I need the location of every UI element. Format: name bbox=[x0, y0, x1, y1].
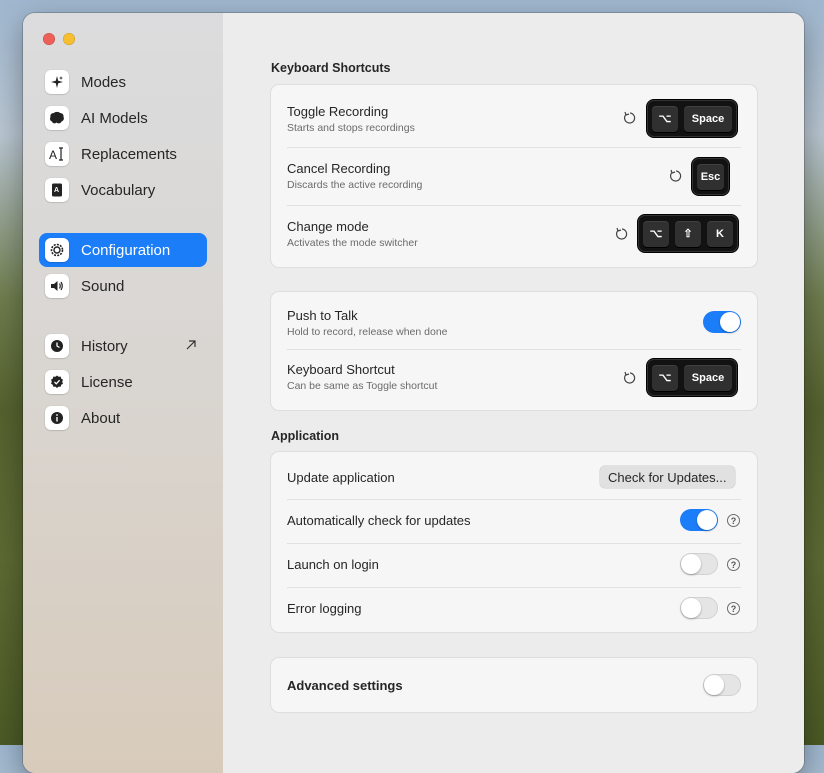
info-icon bbox=[45, 406, 69, 430]
auto-check-updates-toggle[interactable] bbox=[680, 509, 718, 531]
sidebar-item-label: Replacements bbox=[81, 145, 177, 163]
sidebar-item-license[interactable]: License bbox=[39, 365, 207, 399]
row-title: Keyboard Shortcut bbox=[287, 362, 395, 377]
row-title: Automatically check for updates bbox=[287, 513, 471, 528]
reset-shortcut-icon[interactable] bbox=[623, 371, 637, 385]
sidebar-item-configuration[interactable]: Configuration bbox=[39, 233, 207, 267]
help-icon[interactable]: ? bbox=[727, 602, 740, 615]
svg-text:A: A bbox=[54, 187, 59, 194]
check-for-updates-button[interactable]: Check for Updates... bbox=[600, 466, 735, 488]
application-card: Update application Check for Updates... … bbox=[271, 452, 757, 632]
error-logging-row: Error logging ? bbox=[287, 587, 741, 632]
change-mode-row: Change mode Activates the mode switcher … bbox=[287, 205, 741, 267]
push-to-talk-toggle[interactable] bbox=[703, 311, 741, 333]
sparkles-icon bbox=[45, 70, 69, 94]
advanced-settings-toggle[interactable] bbox=[703, 674, 741, 696]
text-cursor-icon: A bbox=[45, 142, 69, 166]
sidebar-item-sound[interactable]: Sound bbox=[39, 269, 207, 303]
row-subtitle: Can be same as Toggle shortcut bbox=[287, 380, 438, 392]
toggle-knob bbox=[697, 510, 717, 530]
row-title: Toggle Recording bbox=[287, 104, 389, 119]
sidebar-item-label: AI Models bbox=[81, 109, 148, 127]
row-title: Launch on login bbox=[287, 557, 379, 572]
sidebar-item-ai-models[interactable]: AI Models bbox=[39, 101, 207, 135]
push-to-talk-row: Push to Talk Hold to record, release whe… bbox=[287, 292, 741, 349]
help-icon[interactable]: ? bbox=[727, 558, 740, 571]
error-logging-toggle[interactable] bbox=[680, 597, 718, 619]
shift-key: ⇧ bbox=[675, 220, 701, 247]
external-link-icon bbox=[185, 338, 197, 356]
close-window-button[interactable] bbox=[43, 33, 55, 45]
push-to-talk-shortcut[interactable]: ⌥ Space bbox=[647, 359, 737, 396]
advanced-settings-card: Advanced settings bbox=[271, 658, 757, 712]
option-key: ⌥ bbox=[652, 105, 678, 132]
sidebar-item-label: License bbox=[81, 373, 133, 391]
reset-shortcut-icon[interactable] bbox=[669, 169, 683, 183]
sidebar-item-label: Modes bbox=[81, 73, 127, 91]
row-title: Update application bbox=[287, 470, 395, 485]
change-mode-shortcut[interactable]: ⌥ ⇧ K bbox=[638, 215, 738, 252]
settings-window: Modes AI Models A Replacements A Vocabul… bbox=[23, 13, 804, 773]
push-to-talk-card: Push to Talk Hold to record, release whe… bbox=[271, 292, 757, 410]
toggle-recording-shortcut[interactable]: ⌥ Space bbox=[647, 100, 737, 137]
auto-check-updates-row: Automatically check for updates ? bbox=[287, 499, 741, 543]
toggle-knob bbox=[681, 598, 701, 618]
row-title: Error logging bbox=[287, 601, 362, 616]
update-application-row: Update application Check for Updates... bbox=[287, 452, 741, 499]
sidebar-item-about[interactable]: About bbox=[39, 401, 207, 435]
sidebar-item-replacements[interactable]: A Replacements bbox=[39, 137, 207, 171]
reset-shortcut-icon[interactable] bbox=[623, 111, 637, 125]
brain-icon bbox=[45, 106, 69, 130]
keyboard-shortcuts-card: Toggle Recording Starts and stops record… bbox=[271, 85, 757, 267]
toggle-knob bbox=[704, 675, 724, 695]
row-title: Advanced settings bbox=[287, 678, 403, 693]
row-title: Push to Talk bbox=[287, 308, 358, 323]
settings-content: Keyboard Shortcuts Toggle Recording Star… bbox=[223, 13, 804, 773]
option-key: ⌥ bbox=[652, 364, 678, 391]
cancel-recording-shortcut[interactable]: Esc bbox=[692, 158, 729, 195]
sidebar-item-history[interactable]: History bbox=[39, 329, 207, 363]
sidebar-item-label: History bbox=[81, 337, 128, 355]
toggle-knob bbox=[681, 554, 701, 574]
cancel-recording-row: Cancel Recording Discards the active rec… bbox=[287, 147, 741, 205]
row-title: Cancel Recording bbox=[287, 161, 391, 176]
clock-icon bbox=[45, 334, 69, 358]
option-key: ⌥ bbox=[643, 220, 669, 247]
help-icon[interactable]: ? bbox=[727, 514, 740, 527]
section-title-keyboard-shortcuts: Keyboard Shortcuts bbox=[271, 61, 391, 75]
sidebar-item-label: Vocabulary bbox=[81, 181, 156, 199]
advanced-settings-row: Advanced settings bbox=[287, 658, 741, 712]
reset-shortcut-icon[interactable] bbox=[615, 227, 629, 241]
space-key: Space bbox=[684, 105, 732, 132]
toggle-knob bbox=[720, 312, 740, 332]
space-key: Space bbox=[684, 364, 732, 391]
escape-key: Esc bbox=[697, 163, 724, 190]
k-key: K bbox=[707, 220, 733, 247]
badge-check-icon bbox=[45, 370, 69, 394]
book-icon: A bbox=[45, 178, 69, 202]
sidebar-item-label: Configuration bbox=[81, 241, 171, 259]
sidebar-item-modes[interactable]: Modes bbox=[39, 65, 207, 99]
sidebar-item-label: About bbox=[81, 409, 121, 427]
section-title-application: Application bbox=[271, 429, 340, 443]
row-subtitle: Starts and stops recordings bbox=[287, 122, 415, 134]
row-title: Change mode bbox=[287, 219, 369, 234]
sidebar: Modes AI Models A Replacements A Vocabul… bbox=[23, 13, 223, 773]
gear-icon bbox=[45, 238, 69, 262]
speaker-icon bbox=[45, 274, 69, 298]
row-subtitle: Hold to record, release when done bbox=[287, 326, 448, 338]
toggle-recording-row: Toggle Recording Starts and stops record… bbox=[287, 85, 741, 147]
push-to-talk-shortcut-row: Keyboard Shortcut Can be same as Toggle … bbox=[287, 349, 741, 410]
window-controls bbox=[43, 33, 75, 45]
svg-text:A: A bbox=[49, 148, 57, 161]
row-subtitle: Discards the active recording bbox=[287, 179, 423, 191]
row-subtitle: Activates the mode switcher bbox=[287, 237, 418, 249]
launch-on-login-row: Launch on login ? bbox=[287, 543, 741, 587]
sidebar-item-vocabulary[interactable]: A Vocabulary bbox=[39, 173, 207, 207]
launch-on-login-toggle[interactable] bbox=[680, 553, 718, 575]
sidebar-item-label: Sound bbox=[81, 277, 125, 295]
minimize-window-button[interactable] bbox=[63, 33, 75, 45]
